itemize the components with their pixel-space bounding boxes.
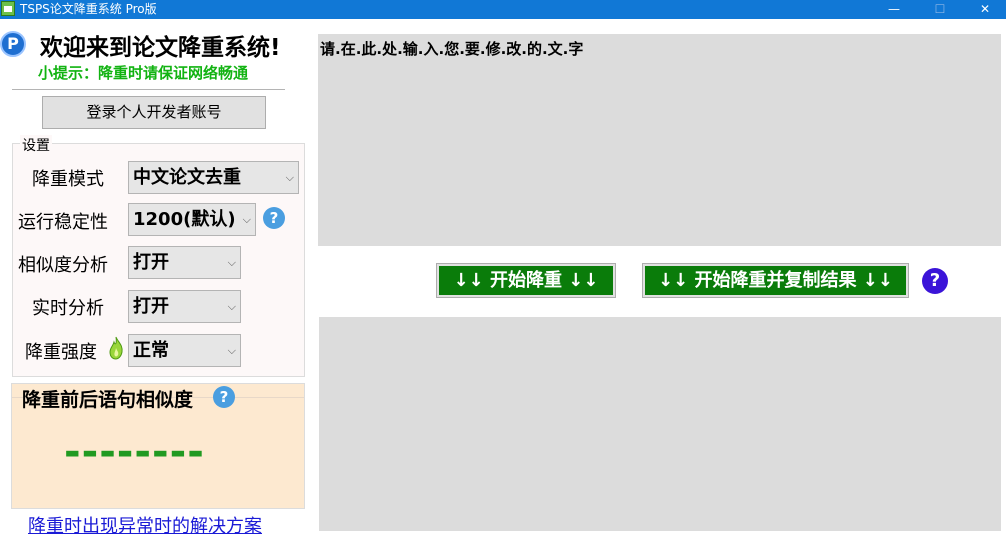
maximize-button[interactable]: ☐ bbox=[920, 0, 960, 19]
app-icon bbox=[1, 1, 15, 16]
strength-value: 正常 bbox=[133, 340, 169, 361]
chevron-down-icon: ⌵ bbox=[242, 213, 251, 226]
strength-label: 降重强度 bbox=[25, 342, 97, 363]
stability-label: 运行稳定性 bbox=[18, 212, 108, 233]
start-rewrite-copy-button[interactable]: ↓↓ 开始降重并复制结果 ↓↓ bbox=[642, 263, 909, 298]
chevron-down-icon: ⌵ bbox=[227, 344, 236, 357]
close-button[interactable]: ✕ bbox=[965, 0, 1005, 19]
window-title: TSPS论文降重系统 Pro版 bbox=[20, 2, 157, 16]
mode-select[interactable]: 中文论文去重 ⌵ bbox=[128, 161, 299, 194]
minimize-button[interactable]: — bbox=[874, 0, 914, 19]
logo-icon: P bbox=[0, 31, 26, 57]
divider bbox=[12, 89, 285, 90]
start-rewrite-button[interactable]: ↓↓ 开始降重 ↓↓ bbox=[436, 263, 616, 298]
start-rewrite-copy-label: ↓↓ 开始降重并复制结果 ↓↓ bbox=[645, 266, 906, 295]
solution-link[interactable]: 降重时出现异常时的解决方案 bbox=[28, 512, 262, 538]
similarity-analysis-label: 相似度分析 bbox=[18, 255, 108, 276]
realtime-analysis-label: 实时分析 bbox=[32, 298, 104, 319]
realtime-analysis-select[interactable]: 打开 ⌵ bbox=[128, 290, 241, 323]
stability-value: 1200(默认) bbox=[133, 209, 236, 230]
similarity-help-icon[interactable]: ? bbox=[213, 386, 235, 408]
welcome-title: 欢迎来到论文降重系统! bbox=[40, 35, 281, 61]
realtime-analysis-value: 打开 bbox=[133, 296, 169, 317]
network-tip: 小提示：降重时请保证网络畅通 bbox=[38, 64, 249, 82]
flame-icon bbox=[109, 336, 123, 360]
settings-legend: 设置 bbox=[20, 135, 52, 155]
output-text-area[interactable] bbox=[319, 317, 1001, 531]
similarity-analysis-value: 打开 bbox=[133, 252, 169, 273]
title-bar: TSPS论文降重系统 Pro版 — ☐ ✕ bbox=[0, 0, 1006, 19]
chevron-down-icon: ⌵ bbox=[227, 256, 236, 269]
chevron-down-icon: ⌵ bbox=[227, 300, 236, 313]
login-developer-button[interactable]: 登录个人开发者账号 bbox=[42, 96, 266, 129]
similarity-title: 降重前后语句相似度 bbox=[22, 389, 194, 411]
stability-help-icon[interactable]: ? bbox=[263, 207, 285, 229]
similarity-analysis-select[interactable]: 打开 ⌵ bbox=[128, 246, 241, 279]
help-icon[interactable]: ? bbox=[922, 268, 948, 294]
stability-select[interactable]: 1200(默认) ⌵ bbox=[128, 203, 256, 236]
strength-select[interactable]: 正常 ⌵ bbox=[128, 334, 241, 367]
chevron-down-icon: ⌵ bbox=[285, 171, 294, 184]
mode-value: 中文论文去重 bbox=[133, 167, 241, 188]
input-text-area[interactable]: 请.在.此.处.输.入.您.要.修.改.的.文.字 bbox=[318, 34, 1001, 246]
start-rewrite-label: ↓↓ 开始降重 ↓↓ bbox=[439, 266, 613, 295]
mode-label: 降重模式 bbox=[32, 169, 104, 190]
similarity-value: -------- bbox=[64, 429, 205, 475]
